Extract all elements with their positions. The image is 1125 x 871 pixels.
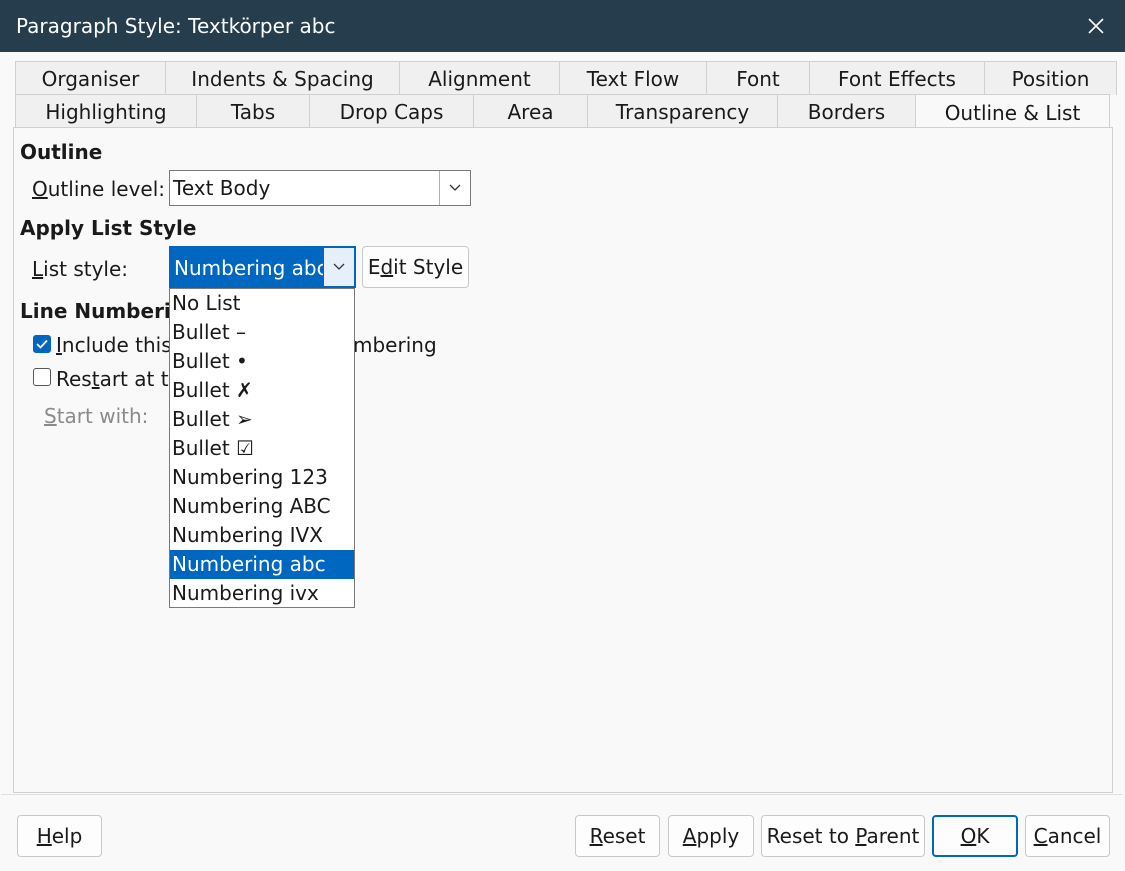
chevron-down-icon — [449, 184, 461, 191]
edit-style-label-start: E — [367, 255, 381, 279]
restart-label-mnemonic: t — [91, 367, 100, 391]
list-option-bullet-check[interactable]: Bullet ☑ — [170, 434, 354, 463]
tab-alignment[interactable]: Alignment — [399, 61, 560, 95]
cancel-button[interactable]: Cancel — [1025, 815, 1110, 857]
reset-parent-start: Reset to — [766, 824, 856, 848]
check-icon — [36, 339, 48, 349]
include-line-numbering-checkbox[interactable] — [33, 335, 51, 353]
tab-organiser[interactable]: Organiser — [15, 61, 166, 95]
chevron-down-icon — [333, 263, 345, 270]
list-option-bullet-dot[interactable]: Bullet • — [170, 347, 354, 376]
include-line-numbering-label-tail: mbering — [353, 333, 437, 357]
title-bar: Paragraph Style: Textkörper abc — [0, 0, 1125, 52]
edit-style-button[interactable]: Edit Style — [362, 246, 469, 288]
list-option-numbering-ivx-upper[interactable]: Numbering IVX — [170, 521, 354, 550]
help-button[interactable]: Help — [17, 815, 102, 857]
apply-text: pply — [696, 824, 740, 848]
reset-button[interactable]: Reset — [575, 815, 660, 857]
tab-drop-caps[interactable]: Drop Caps — [309, 94, 474, 128]
reset-to-parent-button[interactable]: Reset to Parent — [761, 815, 925, 857]
tab-area[interactable]: Area — [473, 94, 588, 128]
list-style-dropdown[interactable]: Numbering abc — [169, 246, 356, 288]
cancel-label: Cancel — [1034, 824, 1102, 848]
outline-level-dropdown[interactable]: Text Body — [169, 170, 471, 206]
list-style-label-text: ist style: — [43, 257, 129, 281]
tab-row-1: Organiser Indents & Spacing Alignment Te… — [15, 61, 1117, 95]
outline-level-dropdown-button[interactable] — [439, 171, 470, 205]
help-label: Help — [37, 824, 83, 848]
close-icon — [1088, 18, 1104, 34]
help-text: elp — [51, 824, 83, 848]
tab-outline-list[interactable]: Outline & List — [915, 94, 1110, 130]
tab-tabs[interactable]: Tabs — [196, 94, 310, 128]
start-with-label: Start with: — [44, 404, 148, 428]
reset-parent-mnemonic: P — [855, 824, 867, 848]
list-option-numbering-abc[interactable]: Numbering abc — [170, 550, 354, 579]
ok-label: OK — [961, 824, 990, 848]
reset-label: Reset — [590, 824, 646, 848]
reset-text: eset — [602, 824, 646, 848]
list-style-label-mnemonic: L — [32, 257, 44, 281]
list-option-bullet-dash[interactable]: Bullet – — [170, 318, 354, 347]
outline-level-label: Outline level: — [32, 177, 165, 201]
start-with-text: tart with: — [56, 404, 149, 428]
ok-mnemonic: O — [960, 824, 977, 848]
list-style-options[interactable]: No List Bullet – Bullet • Bullet ✗ Bulle… — [169, 288, 355, 608]
restart-label-start: Res — [56, 367, 92, 391]
edit-style-label: Edit Style — [368, 255, 463, 279]
tab-font[interactable]: Font — [706, 61, 810, 95]
reset-parent-end: arent — [866, 824, 920, 848]
reset-mnemonic: R — [589, 824, 603, 848]
tab-position[interactable]: Position — [984, 61, 1117, 95]
ok-button[interactable]: OK — [932, 815, 1018, 857]
tab-font-effects[interactable]: Font Effects — [809, 61, 985, 95]
help-mnemonic: H — [36, 824, 52, 848]
list-style-value: Numbering abc — [174, 256, 328, 280]
list-option-numbering-ivx[interactable]: Numbering ivx — [170, 579, 354, 608]
tab-row-2: Highlighting Tabs Drop Caps Area Transpa… — [15, 94, 1110, 130]
window-title: Paragraph Style: Textkörper abc — [16, 14, 336, 38]
tab-highlighting[interactable]: Highlighting — [15, 94, 197, 128]
restart-numbering-label[interactable]: Restart at th — [56, 367, 181, 391]
outline-level-label-text: utline level: — [47, 177, 166, 201]
restart-numbering-checkbox[interactable] — [33, 368, 51, 386]
include-line-numbering-label[interactable]: Include this — [56, 333, 172, 357]
outline-level-label-mnemonic: O — [32, 177, 48, 201]
tab-borders[interactable]: Borders — [777, 94, 916, 128]
apply-list-style-heading: Apply List Style — [20, 216, 197, 240]
cancel-mnemonic: C — [1033, 824, 1048, 848]
apply-button[interactable]: Apply — [668, 815, 754, 857]
list-option-numbering-abc-upper[interactable]: Numbering ABC — [170, 492, 354, 521]
ok-text: K — [976, 824, 990, 848]
tab-indents-spacing[interactable]: Indents & Spacing — [165, 61, 400, 95]
tab-text-flow[interactable]: Text Flow — [559, 61, 707, 95]
list-style-dropdown-button[interactable] — [323, 248, 354, 286]
cancel-text: ancel — [1047, 824, 1102, 848]
list-option-bullet-x[interactable]: Bullet ✗ — [170, 376, 354, 405]
start-with-mnemonic: S — [44, 404, 57, 428]
edit-style-label-mnemonic: d — [380, 255, 394, 279]
close-button[interactable] — [1067, 0, 1125, 52]
list-option-bullet-arrow[interactable]: Bullet ➢ — [170, 405, 354, 434]
apply-label: Apply — [683, 824, 739, 848]
tab-transparency[interactable]: Transparency — [587, 94, 778, 128]
list-option-no-list[interactable]: No List — [170, 289, 354, 318]
footer-separator — [1, 794, 1123, 795]
outline-heading: Outline — [20, 140, 103, 164]
apply-mnemonic: A — [682, 824, 697, 848]
outline-level-value: Text Body — [173, 176, 271, 200]
list-style-label: List style: — [32, 257, 128, 281]
reset-to-parent-label: Reset to Parent — [767, 824, 920, 848]
edit-style-label-end: it Style — [393, 255, 464, 279]
list-option-numbering-123[interactable]: Numbering 123 — [170, 463, 354, 492]
include-label-text: nclude this — [61, 333, 172, 357]
